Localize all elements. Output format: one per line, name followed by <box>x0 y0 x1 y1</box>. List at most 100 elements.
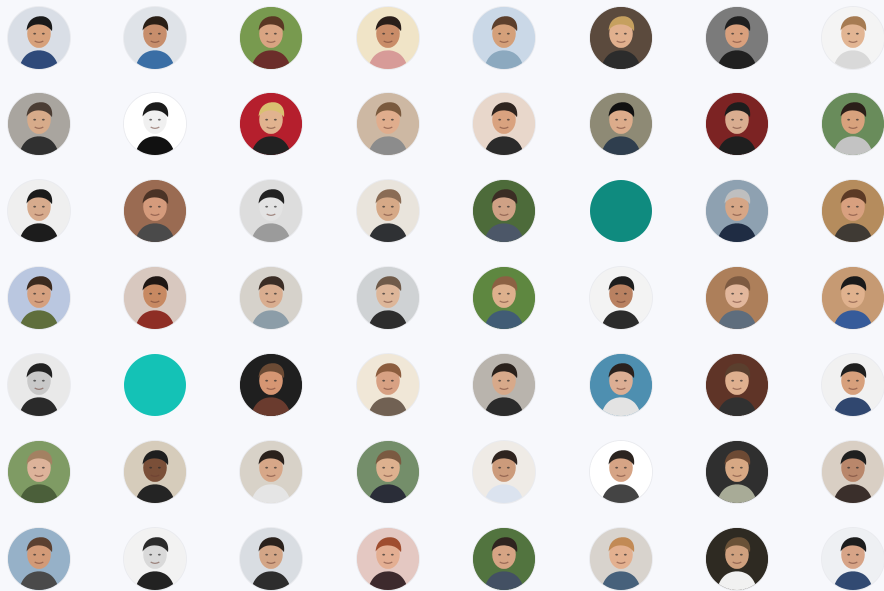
avatar-r2-c2[interactable] <box>124 93 186 155</box>
avatar-r5-c7[interactable] <box>706 354 768 416</box>
person-avatar <box>473 441 535 503</box>
avatar-r1-c7[interactable] <box>706 7 768 69</box>
avatar-r1-c8[interactable] <box>822 7 884 69</box>
person-avatar <box>240 267 302 329</box>
person-avatar <box>357 267 419 329</box>
avatar-r5-c8[interactable] <box>822 354 884 416</box>
person-avatar <box>822 180 884 242</box>
person-avatar <box>706 93 768 155</box>
person-avatar <box>473 93 535 155</box>
avatar-r7-c3[interactable] <box>240 528 302 590</box>
avatar-r4-c6[interactable] <box>590 267 652 329</box>
avatar-r4-c8[interactable] <box>822 267 884 329</box>
person-avatar <box>822 354 884 416</box>
person-avatar <box>822 267 884 329</box>
avatar-r4-c4[interactable] <box>357 267 419 329</box>
avatar-r2-c8[interactable] <box>822 93 884 155</box>
person-avatar <box>473 354 535 416</box>
avatar-r5-c2[interactable] <box>124 354 186 416</box>
person-avatar <box>8 441 70 503</box>
person-avatar <box>357 441 419 503</box>
person-avatar <box>590 354 652 416</box>
avatar-r6-c6[interactable] <box>590 441 652 503</box>
avatar-r7-c6[interactable] <box>590 528 652 590</box>
person-avatar <box>124 528 186 590</box>
avatar-r5-c5[interactable] <box>473 354 535 416</box>
person-avatar <box>8 354 70 416</box>
avatar-r2-c5[interactable] <box>473 93 535 155</box>
person-avatar <box>706 354 768 416</box>
avatar-r3-c1[interactable] <box>8 180 70 242</box>
avatar-r6-c5[interactable] <box>473 441 535 503</box>
avatar-r3-c3[interactable] <box>240 180 302 242</box>
person-avatar <box>822 441 884 503</box>
avatar-r1-c4[interactable] <box>357 7 419 69</box>
avatar-r1-c3[interactable] <box>240 7 302 69</box>
avatar-r3-c8[interactable] <box>822 180 884 242</box>
avatar-r6-c8[interactable] <box>822 441 884 503</box>
avatar-r4-c3[interactable] <box>240 267 302 329</box>
person-avatar <box>473 267 535 329</box>
avatar-r3-c7[interactable] <box>706 180 768 242</box>
person-avatar <box>706 441 768 503</box>
avatar-r2-c3[interactable] <box>240 93 302 155</box>
avatar-r2-c1[interactable] <box>8 93 70 155</box>
avatar-r6-c2[interactable] <box>124 441 186 503</box>
avatar-r6-c4[interactable] <box>357 441 419 503</box>
person-avatar <box>822 528 884 590</box>
avatar-r5-c4[interactable] <box>357 354 419 416</box>
avatar-r2-c4[interactable] <box>357 93 419 155</box>
avatar-r2-c7[interactable] <box>706 93 768 155</box>
person-avatar <box>124 93 186 155</box>
avatar-r5-c3[interactable] <box>240 354 302 416</box>
person-avatar <box>8 93 70 155</box>
avatar-r6-c1[interactable] <box>8 441 70 503</box>
avatar-r5-c6[interactable] <box>590 354 652 416</box>
avatar-r4-c7[interactable] <box>706 267 768 329</box>
avatar-r5-c1[interactable] <box>8 354 70 416</box>
avatar-r7-c7[interactable] <box>706 528 768 590</box>
avatar-r1-c2[interactable] <box>124 7 186 69</box>
avatar-r3-c5[interactable] <box>473 180 535 242</box>
avatar-r7-c1[interactable] <box>8 528 70 590</box>
person-avatar <box>240 441 302 503</box>
avatar-r3-c6[interactable] <box>590 180 652 242</box>
person-avatar <box>8 180 70 242</box>
avatar-r1-c5[interactable] <box>473 7 535 69</box>
person-avatar <box>8 267 70 329</box>
person-avatar <box>706 267 768 329</box>
avatar-r2-c6[interactable] <box>590 93 652 155</box>
person-avatar <box>357 354 419 416</box>
person-avatar <box>8 7 70 69</box>
person-avatar <box>124 180 186 242</box>
person-avatar <box>357 528 419 590</box>
avatar-r3-c2[interactable] <box>124 180 186 242</box>
avatar-r4-c5[interactable] <box>473 267 535 329</box>
avatar-r1-c1[interactable] <box>8 7 70 69</box>
person-avatar <box>473 180 535 242</box>
avatar-r4-c2[interactable] <box>124 267 186 329</box>
person-avatar <box>822 93 884 155</box>
person-avatar <box>473 528 535 590</box>
avatar-r7-c8[interactable] <box>822 528 884 590</box>
avatar-r1-c6[interactable] <box>590 7 652 69</box>
person-avatar <box>590 528 652 590</box>
avatar-r7-c5[interactable] <box>473 528 535 590</box>
avatar-r6-c7[interactable] <box>706 441 768 503</box>
avatar-r3-c4[interactable] <box>357 180 419 242</box>
avatar-r7-c2[interactable] <box>124 528 186 590</box>
person-avatar <box>240 528 302 590</box>
person-avatar <box>240 354 302 416</box>
person-avatar <box>124 7 186 69</box>
avatar-r7-c4[interactable] <box>357 528 419 590</box>
person-avatar <box>590 7 652 69</box>
person-avatar <box>706 7 768 69</box>
avatar-r6-c3[interactable] <box>240 441 302 503</box>
avatar-grid <box>0 0 884 591</box>
person-avatar <box>124 267 186 329</box>
person-avatar <box>240 7 302 69</box>
avatar-r4-c1[interactable] <box>8 267 70 329</box>
person-avatar <box>473 7 535 69</box>
person-avatar <box>357 180 419 242</box>
placeholder-avatar <box>590 180 652 242</box>
